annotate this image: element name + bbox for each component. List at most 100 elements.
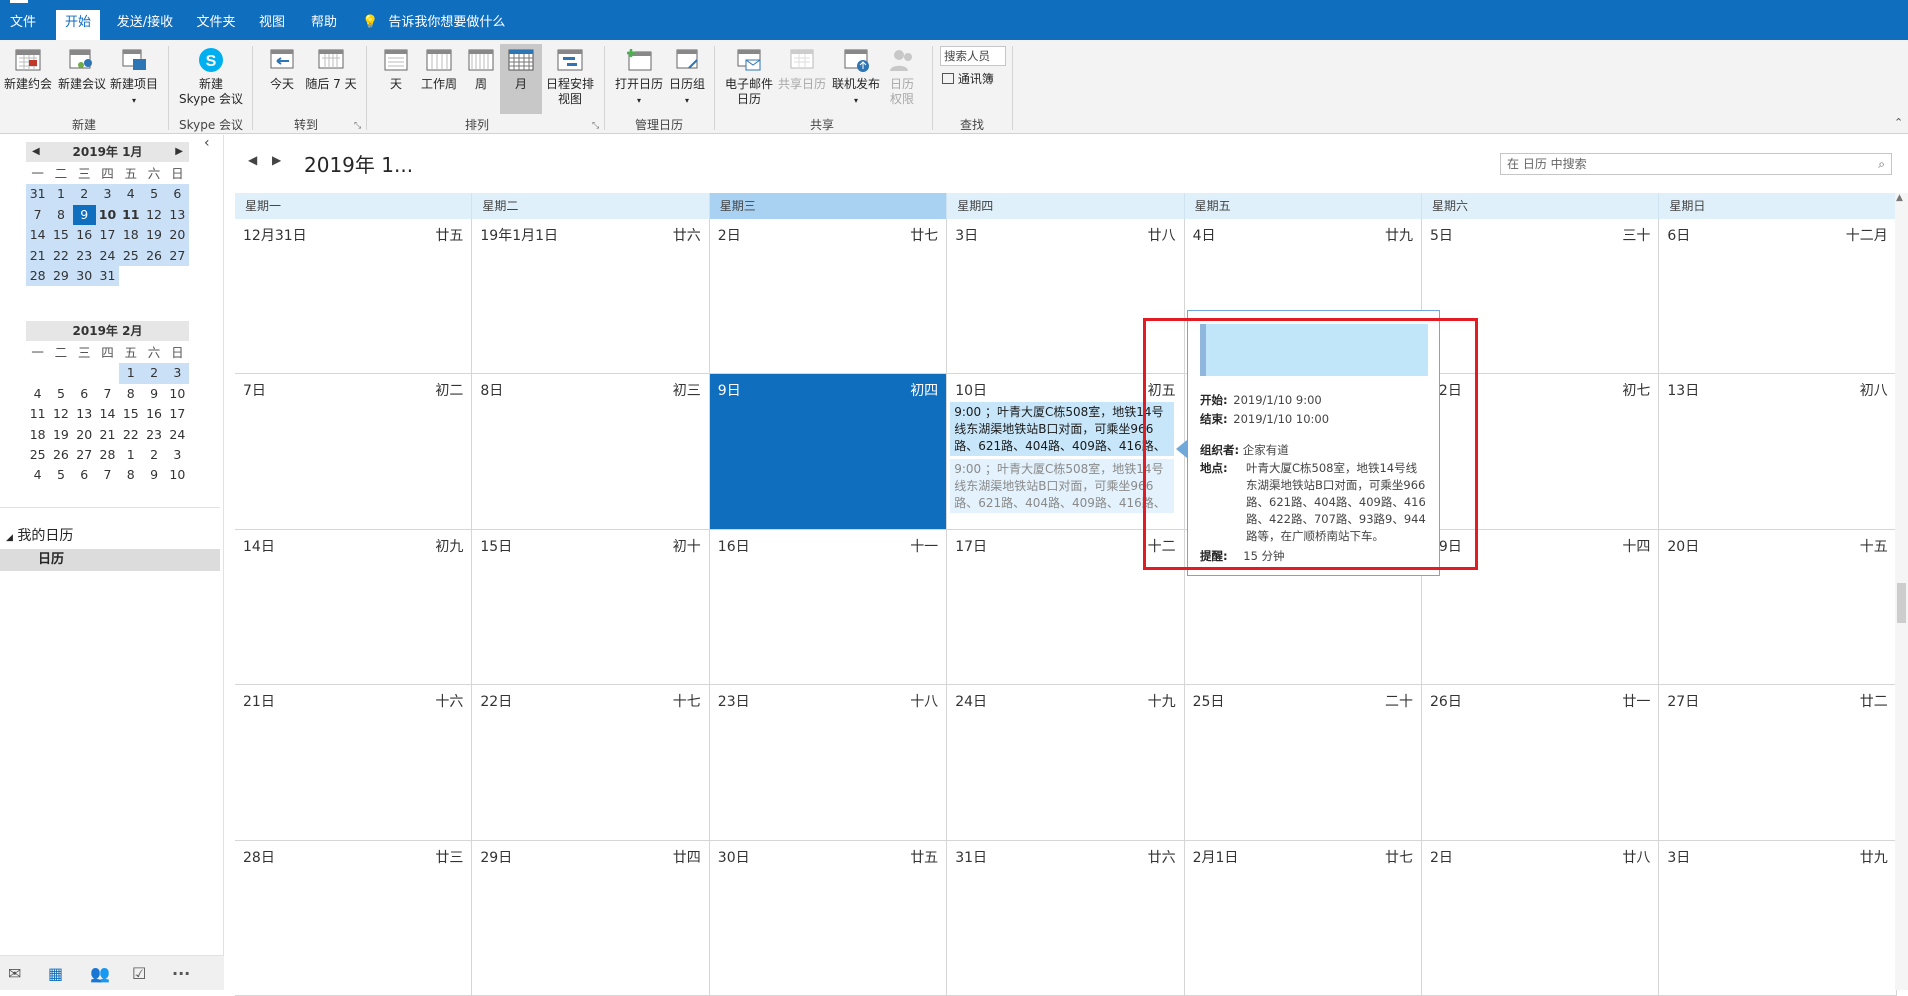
address-book-button[interactable]: 通讯簿 <box>942 70 994 87</box>
mini-day[interactable]: 1 <box>119 363 143 384</box>
day-cell[interactable]: 2月1日 廿七 <box>1184 840 1422 996</box>
mini-day[interactable]: 24 <box>166 425 189 445</box>
mini-day[interactable]: 13 <box>165 204 189 226</box>
tab-file[interactable]: 文件 <box>4 10 42 40</box>
mini-day[interactable]: 28 <box>26 265 50 287</box>
new-items-button[interactable]: 新建项目 ▾ <box>108 46 160 108</box>
day-cell[interactable]: 3日 廿九 <box>1659 840 1897 996</box>
share-calendar-button[interactable]: 共享日历 <box>776 46 828 92</box>
calendar-search-input[interactable]: 在 日历 中搜索 ⌕ <box>1500 153 1892 175</box>
publish-online-button[interactable]: 联机发布 ▾ <box>830 46 882 108</box>
mini-day[interactable]: 21 <box>26 245 50 266</box>
day-cell[interactable]: 26日 廿一 <box>1422 685 1660 841</box>
mini-day[interactable]: 19 <box>142 225 166 246</box>
scrollbar-thumb[interactable] <box>1897 583 1906 623</box>
mini-day[interactable]: 14 <box>26 225 50 246</box>
mini-day[interactable]: 14 <box>96 404 119 424</box>
mini-day[interactable]: 10 <box>95 204 120 226</box>
day-cell[interactable]: 28日 廿三 <box>235 840 473 996</box>
mini-day[interactable]: 17 <box>95 225 120 246</box>
tasks-icon[interactable]: ☑ <box>132 964 146 983</box>
vertical-scrollbar[interactable]: ▲ <box>1895 193 1908 990</box>
people-icon[interactable]: 👥 <box>90 964 110 983</box>
day-cell[interactable]: 27日 廿二 <box>1659 685 1897 841</box>
dialog-launcher-icon[interactable]: ⤡ <box>592 121 599 131</box>
day-cell[interactable]: 22日 十七 <box>472 685 710 841</box>
collapse-ribbon-icon[interactable]: ⌃ <box>1894 116 1903 129</box>
day-cell[interactable]: 9日 初四 <box>709 374 948 530</box>
new-skype-meeting-button[interactable]: S 新建 Skype 会议 <box>174 46 248 107</box>
mini-day[interactable]: 31 <box>26 184 50 205</box>
view-workweek-button[interactable]: 工作周 <box>416 46 462 92</box>
mini-day[interactable]: 4 <box>26 384 49 404</box>
mini-day[interactable]: 9 <box>72 204 96 226</box>
mini-day[interactable]: 6 <box>73 465 96 485</box>
previous-period-icon[interactable]: ◀ <box>248 153 257 167</box>
tell-me-box[interactable]: 💡 告诉我你想要做什么 <box>362 10 522 40</box>
mini-day[interactable]: 23 <box>142 425 165 445</box>
day-cell[interactable]: 13日 初八 <box>1659 374 1897 530</box>
mini-day[interactable]: 22 <box>119 425 142 445</box>
mini-day[interactable]: 26 <box>49 445 72 465</box>
mini-day[interactable]: 20 <box>73 425 96 445</box>
mini-day[interactable]: 16 <box>142 404 165 424</box>
mini-day[interactable]: 6 <box>165 184 189 205</box>
day-cell[interactable]: 8日 初三 <box>472 374 710 530</box>
dialog-launcher-icon[interactable]: ⤡ <box>354 121 361 131</box>
day-cell[interactable]: 24日 十九 <box>947 685 1185 841</box>
mini-day[interactable]: 7 <box>26 204 50 226</box>
mini-day[interactable]: 8 <box>49 204 73 226</box>
calendar-groups-button[interactable]: 日历组 ▾ <box>666 46 708 108</box>
mini-day[interactable]: 8 <box>119 384 142 404</box>
more-icon[interactable]: ··· <box>172 964 190 983</box>
day-cell[interactable]: 16日 十一 <box>709 529 948 686</box>
mini-day[interactable]: 10 <box>166 384 189 404</box>
day-cell[interactable]: 20日 十五 <box>1659 529 1897 686</box>
next-month-icon[interactable]: ▶ <box>175 142 183 162</box>
calendar-folder-item[interactable]: 日历 <box>0 549 220 571</box>
my-calendars-group[interactable]: ◢ 我的日历 <box>6 525 73 545</box>
mini-day[interactable]: 5 <box>49 465 72 485</box>
mail-icon[interactable]: ✉ <box>8 964 21 983</box>
mini-day[interactable]: 1 <box>119 445 142 465</box>
day-cell[interactable]: 29日 廿四 <box>472 840 710 996</box>
mini-day[interactable]: 2 <box>72 184 96 205</box>
mini-day[interactable]: 12 <box>142 204 166 226</box>
tab-home[interactable]: 开始 <box>56 10 100 40</box>
next-period-icon[interactable]: ▶ <box>272 153 281 167</box>
open-calendar-button[interactable]: 打开日历 ▾ <box>612 46 666 108</box>
mini-day[interactable]: 6 <box>73 384 96 404</box>
calendar-event[interactable]: 9:00 ；叶青大厦C栋508室，地铁14号线东湖渠地铁站B口对面，可乘坐966… <box>950 402 1174 457</box>
search-people-input[interactable]: 搜索人员 <box>940 46 1006 66</box>
scroll-up-icon[interactable]: ▲ <box>1896 193 1903 203</box>
mini-day[interactable]: 4 <box>119 184 143 205</box>
calendar-permissions-button[interactable]: 日历 权限 <box>884 46 920 107</box>
tab-folder[interactable]: 文件夹 <box>192 10 240 40</box>
mini-day[interactable]: 5 <box>142 184 166 205</box>
mini-day[interactable]: 21 <box>96 425 119 445</box>
view-week-button[interactable]: 周 <box>464 46 498 92</box>
mini-day[interactable]: 15 <box>49 225 73 246</box>
calendar-icon[interactable]: ▦ <box>48 964 63 983</box>
day-cell[interactable]: 12月31日 廿五 <box>235 219 473 375</box>
day-cell[interactable]: 15日 初十 <box>472 529 710 686</box>
mini-day[interactable]: 18 <box>26 425 49 445</box>
mini-day[interactable]: 19 <box>49 425 72 445</box>
mini-day[interactable]: 30 <box>72 265 96 287</box>
tab-help[interactable]: 帮助 <box>304 10 344 40</box>
mini-day[interactable]: 25 <box>26 445 49 465</box>
today-button[interactable]: 今天 <box>262 46 302 92</box>
view-day-button[interactable]: 天 <box>378 46 414 92</box>
mini-day[interactable]: 3 <box>166 445 189 465</box>
search-icon[interactable]: ⌕ <box>1878 154 1885 174</box>
mini-day[interactable]: 27 <box>165 245 189 266</box>
calendar-event[interactable]: 9:00 ；叶青大厦C栋508室，地铁14号线东湖渠地铁站B口对面，可乘坐966… <box>950 459 1174 514</box>
mini-day[interactable]: 18 <box>119 225 143 246</box>
day-cell[interactable]: 2日 廿八 <box>1422 840 1660 996</box>
day-cell[interactable]: 14日 初九 <box>235 529 473 686</box>
mini-day[interactable]: 10 <box>166 465 189 485</box>
mini-day[interactable]: 13 <box>73 404 96 424</box>
day-cell[interactable]: 21日 十六 <box>235 685 473 841</box>
mini-day[interactable]: 7 <box>96 384 119 404</box>
day-cell[interactable]: 31日 廿六 <box>947 840 1185 996</box>
